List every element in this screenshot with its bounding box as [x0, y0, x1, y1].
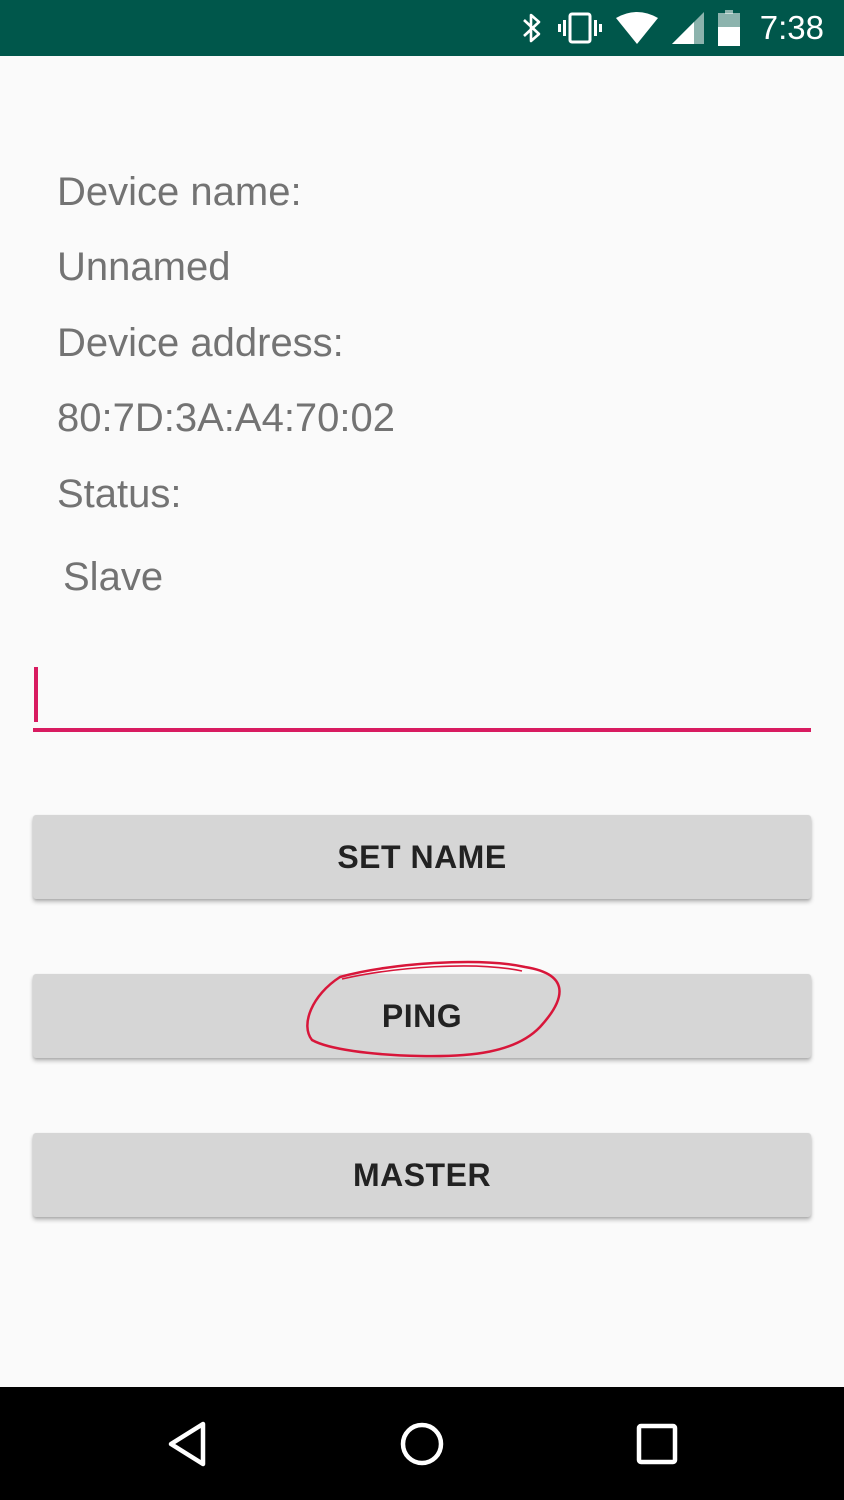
home-icon: [400, 1422, 444, 1465]
recents-icon: [636, 1423, 678, 1464]
name-input[interactable]: [33, 660, 811, 728]
status-time: 7:38: [759, 9, 824, 46]
device-name-label: Device name:: [57, 170, 302, 214]
nav-back-button[interactable]: [137, 1387, 237, 1500]
status-label: Status:: [57, 472, 182, 516]
text-cursor: [34, 667, 38, 722]
set-name-button[interactable]: SET NAME: [33, 815, 811, 899]
device-address-value: 80:7D:3A:A4:70:02: [57, 396, 396, 440]
navigation-bar: [0, 1387, 844, 1500]
bluetooth-icon: [520, 11, 544, 45]
nav-home-button[interactable]: [372, 1387, 472, 1500]
cell-signal-icon: [671, 12, 704, 44]
device-address-label: Device address:: [57, 321, 344, 365]
wifi-icon: [615, 12, 658, 44]
nav-recents-button[interactable]: [607, 1387, 707, 1500]
vibrate-icon: [557, 11, 602, 45]
battery-icon: [717, 10, 740, 46]
status-icons: 7:38: [520, 0, 824, 56]
device-name-value: Unnamed: [57, 245, 231, 289]
master-button[interactable]: MASTER: [33, 1133, 811, 1217]
name-input-underline: [33, 728, 811, 732]
ping-button[interactable]: PING: [33, 974, 811, 1058]
back-icon: [168, 1421, 206, 1466]
name-input-container: [33, 660, 811, 732]
status-value: Slave: [63, 555, 164, 599]
status-bar: 7:38: [0, 0, 844, 56]
